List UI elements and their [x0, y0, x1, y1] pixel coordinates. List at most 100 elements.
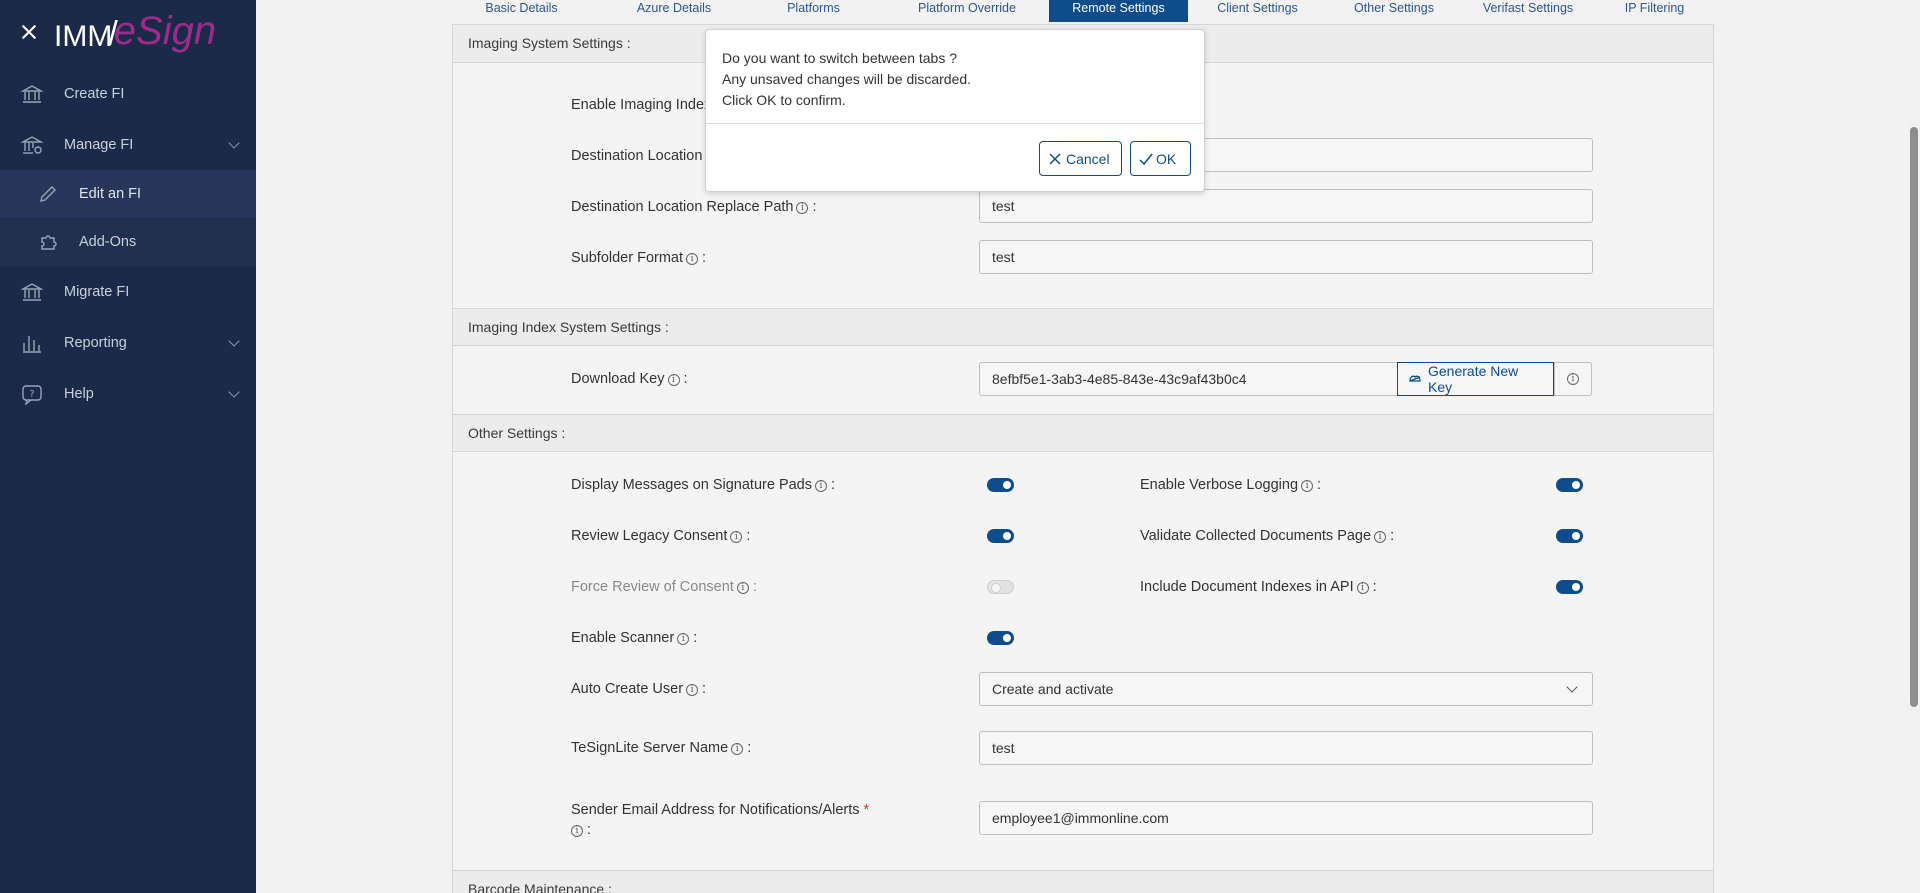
destination-location-label: Destination Location	[571, 148, 702, 164]
sidebar-item-label: Reporting	[64, 334, 127, 351]
info-icon[interactable]: i	[571, 825, 583, 837]
scrollbar-thumb[interactable]	[1910, 127, 1918, 707]
section-header-other: Other Settings :	[453, 414, 1713, 452]
close-icon	[1048, 152, 1062, 166]
sidebar-item-edit-fi[interactable]: Edit an FI	[0, 170, 256, 218]
label-text: Enable Verbose Logging	[1140, 477, 1299, 493]
tab-platform-override[interactable]: Platform Override	[885, 0, 1049, 22]
enable-imaging-index-label: Enable Imaging Index	[571, 97, 711, 113]
sidebar: IMM / eSign Create FI Manage FI Edit an …	[0, 0, 256, 893]
validate-documents-toggle[interactable]	[1556, 529, 1583, 543]
tab-client-settings[interactable]: Client Settings	[1188, 0, 1327, 22]
dialog-line-2: Any unsaved changes will be discarded.	[722, 71, 972, 87]
sidebar-item-label: Edit an FI	[79, 186, 142, 202]
label-text: Display Messages on Signature Pads	[571, 477, 812, 493]
svg-text:?: ?	[29, 389, 34, 400]
sidebar-item-help[interactable]: ? Help	[0, 368, 256, 419]
sender-email-field[interactable]: employee1@immonline.com	[979, 801, 1593, 835]
sidebar-item-label: Add-Ons	[79, 234, 137, 250]
label-text: Sender Email Address for Notifications/A…	[571, 802, 860, 818]
sidebar-item-manage-fi[interactable]: Manage FI	[0, 119, 256, 170]
info-icon[interactable]: i	[677, 633, 690, 645]
label-text: Include Document Indexes in API	[1140, 579, 1354, 595]
display-messages-toggle[interactable]	[987, 478, 1014, 492]
label-text: Enable Scanner	[571, 630, 675, 646]
generate-new-key-button[interactable]: Generate New Key	[1397, 362, 1554, 396]
check-icon	[1139, 152, 1153, 166]
bank-icon	[20, 82, 44, 106]
settings-tabs: Basic Details Azure Details Platforms Pl…	[437, 0, 1714, 22]
enable-scanner-toggle[interactable]	[987, 631, 1014, 645]
chevron-down-icon	[228, 137, 240, 149]
chevron-down-icon	[1566, 681, 1578, 693]
required-marker: *	[863, 802, 870, 818]
ok-button[interactable]: OK	[1130, 141, 1191, 176]
close-icon[interactable]	[18, 21, 40, 43]
label-text: Validate Collected Documents Page	[1140, 528, 1372, 544]
sidebar-item-label: Migrate FI	[64, 283, 130, 300]
scrollbar[interactable]	[1908, 0, 1920, 893]
sidebar-item-label: Create FI	[64, 85, 125, 102]
info-icon[interactable]: i	[686, 253, 699, 265]
replace-path-field[interactable]: test	[979, 189, 1593, 223]
puzzle-icon	[36, 230, 60, 254]
tab-platforms[interactable]: Platforms	[742, 0, 885, 22]
auto-create-user-label: Auto Create User i :	[571, 681, 707, 697]
sidebar-item-label: Help	[64, 385, 94, 402]
include-indexes-toggle[interactable]	[1556, 580, 1583, 594]
download-key-field[interactable]: 8efbf5e1-3ab3-4e85-843e-43c9af43b0c4	[979, 362, 1398, 396]
logo: IMM / eSign	[54, 9, 216, 54]
sidebar-item-migrate-fi[interactable]: Migrate FI	[0, 266, 256, 317]
display-messages-label: Display Messages on Signature Pads i :	[571, 477, 836, 493]
info-icon[interactable]: i	[1356, 582, 1369, 594]
confirm-dialog: Do you want to switch between tabs ? Any…	[705, 29, 1205, 192]
sidebar-item-create-fi[interactable]: Create FI	[0, 68, 256, 119]
tab-verifast-settings[interactable]: Verifast Settings	[1461, 0, 1595, 22]
info-icon[interactable]: i	[796, 202, 809, 214]
auto-create-user-value: Create and activate	[992, 681, 1114, 697]
enable-scanner-label: Enable Scanner i :	[571, 630, 698, 646]
tab-other-settings[interactable]: Other Settings	[1327, 0, 1461, 22]
info-icon[interactable]: i	[1301, 480, 1314, 492]
legacy-consent-label: Review Legacy Consent i :	[571, 528, 751, 544]
tab-ip-filtering[interactable]: IP Filtering	[1595, 0, 1714, 22]
verbose-logging-label: Enable Verbose Logging i :	[1140, 477, 1322, 493]
info-icon: i	[1567, 373, 1579, 385]
cancel-button[interactable]: Cancel	[1039, 141, 1122, 176]
cancel-label: Cancel	[1066, 150, 1110, 167]
label-text: Force Review of Consent	[571, 579, 734, 595]
brand-bar: IMM / eSign	[0, 0, 256, 62]
bar-chart-icon	[20, 331, 44, 355]
sidebar-item-label: Manage FI	[64, 136, 134, 153]
verbose-logging-toggle[interactable]	[1556, 478, 1583, 492]
chevron-down-icon	[228, 386, 240, 398]
replace-path-label: Destination Location Replace Path i :	[571, 199, 817, 215]
sidebar-item-reporting[interactable]: Reporting	[0, 317, 256, 368]
info-icon[interactable]: i	[736, 582, 749, 594]
server-name-field[interactable]: test	[979, 731, 1593, 765]
tab-basic-details[interactable]: Basic Details	[437, 0, 606, 22]
download-key-info-button[interactable]: i	[1554, 362, 1592, 396]
tab-azure-details[interactable]: Azure Details	[606, 0, 742, 22]
auto-create-user-select[interactable]: Create and activate	[979, 672, 1593, 706]
tab-remote-settings[interactable]: Remote Settings	[1049, 0, 1188, 22]
info-icon[interactable]: i	[667, 374, 680, 386]
help-icon: ?	[20, 382, 44, 406]
label-text: TeSignLite Server Name	[571, 740, 729, 756]
info-icon[interactable]: i	[815, 480, 827, 492]
key-icon	[1408, 374, 1422, 384]
info-icon[interactable]: i	[1374, 531, 1387, 543]
ok-label: OK	[1156, 150, 1177, 167]
info-icon[interactable]: i	[731, 743, 744, 755]
info-icon[interactable]: i	[730, 531, 743, 543]
logo-esign: eSign	[113, 8, 217, 53]
validate-documents-label: Validate Collected Documents Page i :	[1140, 528, 1395, 544]
label-text: Review Legacy Consent	[571, 528, 728, 544]
generate-label: Generate New Key	[1428, 363, 1519, 395]
pencil-icon	[36, 182, 60, 206]
force-review-toggle[interactable]	[987, 580, 1014, 594]
subfolder-format-field[interactable]: test	[979, 240, 1593, 274]
legacy-consent-toggle[interactable]	[987, 529, 1014, 543]
sidebar-item-add-ons[interactable]: Add-Ons	[0, 218, 256, 266]
info-icon[interactable]: i	[686, 684, 699, 696]
